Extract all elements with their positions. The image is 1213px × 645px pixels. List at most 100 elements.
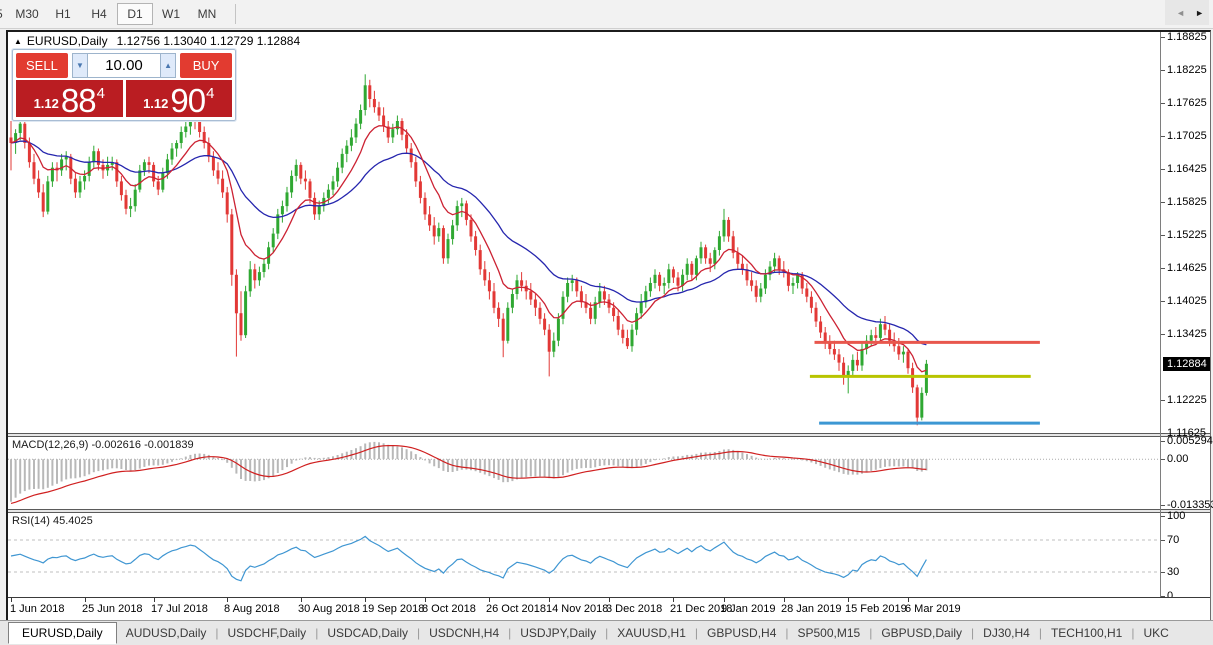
timeframe-button-MN[interactable]: MN	[189, 3, 225, 25]
chart-tab-usdchf-daily[interactable]: USDCHF,Daily	[219, 623, 316, 643]
volume-increase-button[interactable]: ▲	[160, 53, 176, 78]
candle-body	[833, 349, 836, 355]
candle-body	[571, 280, 574, 283]
candle-body	[920, 393, 923, 418]
buy-price-display[interactable]: 1.12 90 4	[126, 80, 233, 117]
toolbar-separator	[235, 4, 236, 24]
date-axis-label: 1 Jun 2018	[10, 603, 64, 615]
timeframe-button-D1[interactable]: D1	[117, 3, 153, 25]
candle-body	[125, 195, 128, 209]
buy-button[interactable]: BUY	[180, 53, 232, 78]
chart-tab-usdcnh-h4[interactable]: USDCNH,H4	[420, 623, 508, 643]
macd-indicator-pane[interactable]: MACD(12,26,9) -0.002616 -0.001839	[8, 437, 1210, 509]
candle-body	[46, 181, 49, 211]
price-axis-label: 1.14625	[1167, 262, 1207, 274]
price-axis[interactable]: 1.188251.182251.176251.170251.164251.158…	[1161, 32, 1211, 597]
candle-body	[497, 308, 500, 319]
collapse-icon[interactable]: ▲	[14, 37, 22, 46]
candle-body	[700, 247, 703, 258]
rsi-axis-label: 100	[1167, 510, 1185, 522]
date-axis[interactable]: 1 Jun 201825 Jun 201817 Jul 20188 Aug 20…	[8, 597, 1210, 618]
chart-tab-audusd-daily[interactable]: AUDUSD,Daily	[117, 623, 216, 643]
candle-body	[690, 264, 693, 275]
macd-signal-line	[11, 446, 926, 504]
chart-tab-ukc[interactable]: UKC	[1134, 623, 1177, 643]
candle-body	[161, 173, 164, 190]
candle-body	[299, 165, 302, 179]
price-axis-label: 1.18825	[1167, 31, 1207, 43]
timeframe-button-M30[interactable]: M30	[9, 3, 45, 25]
price-axis-tick	[1161, 70, 1165, 71]
candle-body	[79, 181, 82, 192]
rsi-axis-tick	[1161, 540, 1165, 541]
date-axis-tick	[673, 598, 674, 602]
candle-body	[617, 316, 620, 330]
candle-body	[534, 300, 537, 308]
timeframe-button-H4[interactable]: H4	[81, 3, 117, 25]
candle-body	[171, 149, 174, 160]
candle-body	[764, 275, 767, 289]
candle-body	[654, 275, 657, 283]
candle-body	[410, 149, 413, 163]
candle-body	[483, 269, 486, 280]
candle-body	[332, 181, 335, 189]
candle-body	[723, 220, 726, 237]
timeframe-button-M15[interactable]: M15	[0, 3, 9, 25]
symbol-title: EURUSD,Daily	[27, 34, 108, 48]
candle-body	[355, 124, 358, 138]
current-price-badge: 1.12884	[1163, 357, 1210, 371]
candle-body	[828, 344, 831, 350]
date-axis-tick	[11, 598, 12, 602]
price-axis-label: 1.13425	[1167, 328, 1207, 340]
sell-price-display[interactable]: 1.12 88 4	[16, 80, 123, 117]
candle-body	[778, 258, 781, 269]
tab-scroll-right-icon[interactable]: ►	[1190, 8, 1209, 18]
rsi-indicator-pane[interactable]: RSI(14) 45.4025	[8, 513, 1210, 597]
candle-body	[217, 170, 220, 178]
candle-body	[543, 319, 546, 330]
rsi-canvas[interactable]	[8, 513, 1160, 597]
sell-button[interactable]: SELL	[16, 53, 68, 78]
candle-body	[442, 228, 445, 258]
candle-body	[575, 280, 578, 291]
date-axis-tick	[784, 598, 785, 602]
main-chart-pane[interactable]: ▲ EURUSD,Daily 1.12756 1.13040 1.12729 1…	[8, 32, 1210, 433]
candle-body	[378, 107, 381, 115]
candle-body	[143, 162, 146, 170]
buy-price-prefix: 1.12	[143, 96, 168, 111]
date-axis-label: 17 Jul 2018	[151, 603, 208, 615]
candle-body	[755, 286, 758, 297]
chart-tab-gbpusd-h4[interactable]: GBPUSD,H4	[698, 623, 785, 643]
chart-tab-dj30-h4[interactable]: DJ30,H4	[974, 623, 1039, 643]
candle-body	[382, 116, 385, 127]
candle-body	[718, 236, 721, 250]
price-axis-label: 1.17625	[1167, 97, 1207, 109]
chart-tab-tech100-h1[interactable]: TECH100,H1	[1042, 623, 1131, 643]
chart-tab-sp500-m15[interactable]: SP500,M15	[789, 623, 870, 643]
candle-body	[686, 264, 689, 275]
price-axis-label: 1.16425	[1167, 163, 1207, 175]
timeframe-button-W1[interactable]: W1	[153, 3, 189, 25]
candle-body	[727, 220, 730, 237]
candle-body	[37, 179, 40, 193]
volume-input[interactable]	[88, 53, 160, 78]
volume-decrease-button[interactable]: ▼	[72, 53, 88, 78]
chart-tab-gbpusd-daily[interactable]: GBPUSD,Daily	[872, 623, 971, 643]
candle-body	[773, 258, 776, 266]
timeframe-button-H1[interactable]: H1	[45, 3, 81, 25]
chart-tab-xauusd-h1[interactable]: XAUUSD,H1	[608, 623, 695, 643]
candle-body	[281, 206, 284, 214]
candle-body	[138, 170, 141, 189]
candle-body	[253, 269, 256, 280]
chart-tab-usdjpy-daily[interactable]: USDJPY,Daily	[511, 623, 605, 643]
candle-body	[157, 181, 160, 189]
chart-tab-eurusd-daily[interactable]: EURUSD,Daily	[8, 622, 117, 644]
chart-tab-usdcad-daily[interactable]: USDCAD,Daily	[318, 623, 417, 643]
candle-body	[304, 179, 307, 182]
tab-scroll-left-icon[interactable]: ◄	[1171, 8, 1190, 18]
price-axis-tick	[1161, 268, 1165, 269]
rsi-line	[11, 536, 926, 580]
candle-body	[327, 190, 330, 198]
candle-body	[838, 354, 841, 362]
price-axis-label: 1.18225	[1167, 64, 1207, 76]
